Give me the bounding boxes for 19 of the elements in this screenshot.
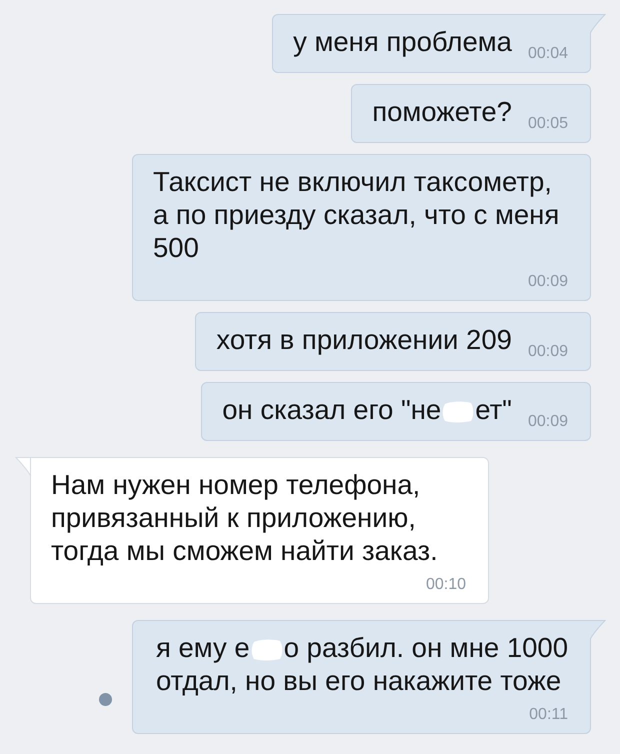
message-time: 00:09	[528, 413, 568, 431]
message-time: 00:11	[529, 706, 568, 724]
message-time: 00:05	[528, 115, 568, 133]
message-text: Нам нужен номер телефона, привязанный к приложению, тогда мы сможем найти заказ.	[51, 468, 439, 567]
censor-blot-icon	[442, 400, 474, 423]
message-text: у меня проблема	[293, 25, 512, 58]
message-time: 00:04	[528, 45, 568, 63]
message-text: хотя в приложении 209	[216, 323, 512, 356]
message-text: отдал, но вы его накажите тоже	[156, 665, 562, 696]
message-text: я ему е	[156, 632, 250, 663]
message-text: поможете?	[372, 95, 512, 128]
censor-blot-icon	[250, 638, 283, 661]
message-time: 00:09	[528, 273, 568, 291]
message-text: он сказал его "не	[222, 394, 442, 425]
message-text: Таксист не включил таксометр, а по приезду сказал, что с меня 500	[153, 165, 560, 264]
message-time: 00:09	[528, 343, 568, 361]
message-text: о разбил. он мне 1000	[284, 632, 568, 663]
message-text: ет"	[475, 394, 512, 425]
message-time: 00:10	[426, 576, 466, 594]
